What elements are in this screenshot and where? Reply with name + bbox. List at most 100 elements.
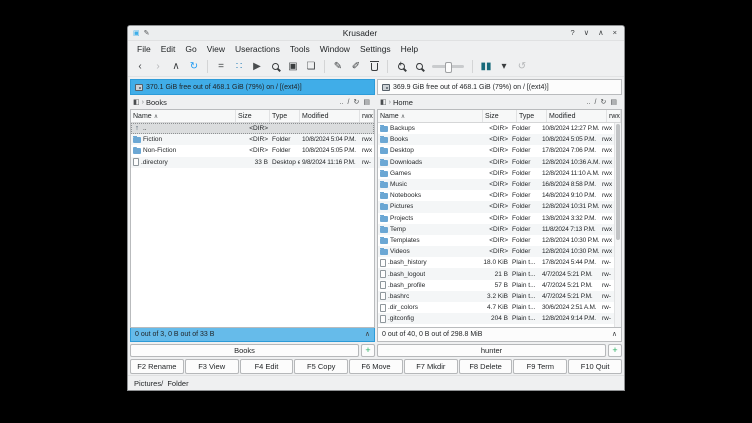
titlebar[interactable]: ▣ ✎ Krusader ? ∨ ∧ × (128, 26, 624, 41)
file-name-cell: Backups (378, 125, 476, 132)
menu-go[interactable]: Go (180, 43, 201, 55)
menu-tools[interactable]: Tools (285, 43, 315, 55)
view-file-icon[interactable]: ✐ (348, 58, 364, 74)
new-tab-icon[interactable]: ▣ (285, 58, 301, 74)
bookmarks-button[interactable]: ▤ (363, 99, 370, 106)
left-path[interactable]: Books (146, 98, 167, 107)
new-tab-button[interactable]: + (608, 344, 622, 357)
file-row[interactable]: .directory33 BDesktop en...9/8/2024 11:1… (131, 157, 374, 168)
menu-window[interactable]: Window (315, 43, 355, 55)
file-row[interactable]: Backups<DIR>Folder10/8/2024 12:27 P.M.rw… (378, 123, 614, 134)
run-icon[interactable]: ▶ (249, 58, 265, 74)
file-row[interactable]: .gitconfig204 BPlain t...12/8/2024 9:14 … (378, 313, 614, 324)
file-row[interactable]: Desktop<DIR>Folder17/8/2024 7:06 P.M.rwx (378, 145, 614, 156)
column-header-type[interactable]: Type (270, 110, 300, 122)
zoom-out-icon[interactable] (411, 58, 427, 74)
file-rwx: rw- (600, 259, 614, 266)
scrollbar-thumb[interactable] (616, 124, 620, 240)
column-header-rwx[interactable]: rwx (607, 110, 621, 122)
file-row[interactable]: Videos<DIR>Folder12/8/2024 10:30 P.M.rwx (378, 246, 614, 257)
help-button[interactable]: ? (570, 29, 574, 37)
sync-browse-button[interactable]: ↻ (354, 99, 360, 106)
right-media-bar[interactable]: 369.9 GiB free out of 468.1 GiB (79%) on… (377, 79, 622, 95)
file-modified: 12/8/2024 10:31 P.M. (540, 203, 600, 210)
file-row[interactable]: Music<DIR>Folder16/8/2024 8:58 P.M.rwx (378, 179, 614, 190)
file-row[interactable]: Games<DIR>Folder12/8/2024 11:10 A.M.rwx (378, 168, 614, 179)
search-icon[interactable] (267, 58, 283, 74)
file-row[interactable]: Fiction<DIR>Folder10/8/2024 5:04 P.M.rwx (131, 134, 374, 145)
menu-view[interactable]: View (202, 43, 230, 55)
menu-file[interactable]: File (132, 43, 156, 55)
f5-copy-button[interactable]: F5 Copy (294, 359, 348, 374)
compare-dirs-icon[interactable]: ∷ (231, 58, 247, 74)
file-row[interactable]: Downloads<DIR>Folder12/8/2024 10:36 A.M.… (378, 157, 614, 168)
left-media-bar[interactable]: 370.1 GiB free out of 468.1 GiB (79%) on… (130, 79, 375, 95)
right-tab[interactable]: hunter (377, 344, 606, 357)
file-row[interactable]: .bash_logout21 BPlain t...4/7/2024 5:21 … (378, 268, 614, 279)
column-header-modified[interactable]: Modified (300, 110, 360, 122)
duplicate-tab-icon[interactable]: ❏ (303, 58, 319, 74)
back-icon[interactable]: ‹ (132, 58, 148, 74)
maximize-button[interactable]: ∧ (598, 29, 604, 37)
pause-queue-icon[interactable]: ▮▮ (478, 58, 494, 74)
root-button[interactable]: / (595, 99, 597, 106)
delete-icon[interactable] (366, 58, 382, 74)
f3-view-button[interactable]: F3 View (185, 359, 239, 374)
file-row[interactable]: Non-Fiction<DIR>Folder10/8/2024 5:05 P.M… (131, 145, 374, 156)
f4-edit-button[interactable]: F4 Edit (240, 359, 294, 374)
file-row[interactable]: Pictures<DIR>Folder12/8/2024 10:31 P.M.r… (378, 201, 614, 212)
f2-rename-button[interactable]: F2 Rename (130, 359, 184, 374)
edit-file-icon[interactable]: ✎ (330, 58, 346, 74)
queue-dropdown-icon[interactable]: ▾ (496, 58, 512, 74)
f6-move-button[interactable]: F6 Move (349, 359, 403, 374)
minimize-button[interactable]: ∨ (584, 29, 590, 37)
file-row[interactable]: Books<DIR>Folder10/8/2024 5:05 P.M.rwx (378, 134, 614, 145)
new-tab-button[interactable]: + (361, 344, 375, 357)
file-row[interactable]: .bash_history18.0 KiBPlain t...17/8/2024… (378, 257, 614, 268)
column-header-name[interactable]: Name∧ (378, 110, 483, 122)
bookmarks-button[interactable]: ▤ (610, 99, 617, 106)
left-totals-text: 0 out of 3, 0 B out of 33 B (135, 331, 214, 338)
dir-up-button[interactable]: .. (587, 99, 591, 106)
f8-delete-button[interactable]: F8 Delete (459, 359, 513, 374)
file-row[interactable]: .bash_profile57 BPlain t...4/7/2024 5:21… (378, 280, 614, 291)
column-header-modified[interactable]: Modified (547, 110, 607, 122)
right-path[interactable]: Home (393, 98, 413, 107)
left-tab[interactable]: Books (130, 344, 359, 357)
refresh-icon[interactable]: ↻ (186, 58, 202, 74)
f10-quit-button[interactable]: F10 Quit (568, 359, 622, 374)
f9-term-button[interactable]: F9 Term (513, 359, 567, 374)
menu-edit[interactable]: Edit (156, 43, 181, 55)
collapse-totals-icon[interactable]: ∧ (365, 331, 370, 338)
column-header-type[interactable]: Type (517, 110, 547, 122)
dir-up-button[interactable]: .. (340, 99, 344, 106)
root-button[interactable]: / (348, 99, 350, 106)
column-header-rwx[interactable]: rwx (360, 110, 374, 122)
column-header-size[interactable]: Size (236, 110, 270, 122)
file-row[interactable]: Templates<DIR>Folder12/8/2024 10:30 P.M.… (378, 235, 614, 246)
file-row[interactable]: .dir_colors4.7 KiBPlain t...30/6/2024 2:… (378, 302, 614, 313)
f7-mkdir-button[interactable]: F7 Mkdir (404, 359, 458, 374)
collapse-totals-icon[interactable]: ∧ (612, 331, 617, 338)
file-rwx: rwx (600, 159, 614, 166)
file-row[interactable]: Temp<DIR>Folder11/8/2024 7:13 P.M.rwx (378, 224, 614, 235)
close-button[interactable]: × (613, 29, 617, 37)
menu-useractions[interactable]: Useractions (230, 43, 285, 55)
file-row[interactable]: Notebooks<DIR>Folder14/8/2024 9:10 P.M.r… (378, 190, 614, 201)
panel-list-icon[interactable]: ◧ (380, 98, 387, 106)
up-icon[interactable]: ∧ (168, 58, 184, 74)
vertical-scrollbar[interactable] (614, 123, 621, 327)
sync-browse-button[interactable]: ↻ (601, 99, 607, 106)
file-row[interactable]: Projects<DIR>Folder13/8/2024 3:32 P.M.rw… (378, 213, 614, 224)
file-row[interactable]: ↑..<DIR> (131, 123, 374, 134)
file-row[interactable]: .bashrc3.2 KiBPlain t...4/7/2024 5:21 P.… (378, 291, 614, 302)
menu-help[interactable]: Help (396, 43, 423, 55)
column-header-size[interactable]: Size (483, 110, 517, 122)
file-size: <DIR> (476, 147, 510, 154)
menu-settings[interactable]: Settings (355, 43, 396, 55)
zoom-in-icon[interactable] (393, 58, 409, 74)
equal-panels-icon[interactable]: = (213, 58, 229, 74)
panel-list-icon[interactable]: ◧ (133, 98, 140, 106)
zoom-slider-icon[interactable] (429, 58, 467, 74)
column-header-name[interactable]: Name∧ (131, 110, 236, 122)
